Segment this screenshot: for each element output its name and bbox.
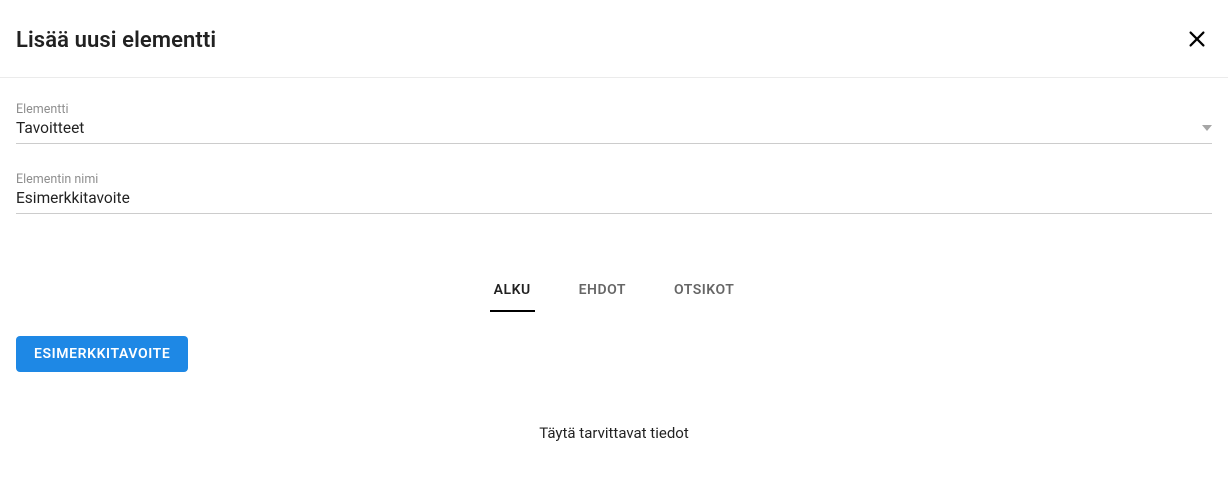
- close-button[interactable]: [1182, 24, 1212, 57]
- tab-ehdot[interactable]: EHDOT: [575, 270, 630, 312]
- element-select-field[interactable]: Elementti Tavoitteet: [16, 102, 1212, 144]
- close-icon: [1186, 28, 1208, 53]
- element-select-label: Elementti: [16, 102, 1212, 117]
- helper-text: Täytä tarvittavat tiedot: [0, 424, 1228, 442]
- tab-otsikot[interactable]: OTSIKOT: [670, 270, 738, 312]
- caret-down-icon: [1202, 125, 1212, 131]
- form-area: Elementti Tavoitteet Elementin nimi: [0, 78, 1228, 214]
- element-name-label: Elementin nimi: [16, 172, 1212, 187]
- dialog-title: Lisää uusi elementti: [16, 28, 216, 53]
- element-name-field: Elementin nimi: [16, 172, 1212, 214]
- tab-alku[interactable]: ALKU: [490, 270, 535, 312]
- dialog-header: Lisää uusi elementti: [0, 0, 1228, 78]
- add-element-dialog: Lisää uusi elementti Elementti Tavoittee…: [0, 0, 1228, 501]
- chip-row: ESIMERKKITAVOITE: [0, 336, 1228, 372]
- tabs: ALKU EHDOT OTSIKOT: [0, 270, 1228, 312]
- element-name-input[interactable]: [16, 189, 1212, 207]
- example-goal-chip[interactable]: ESIMERKKITAVOITE: [16, 336, 188, 372]
- element-select-value: Tavoitteet: [16, 119, 1194, 137]
